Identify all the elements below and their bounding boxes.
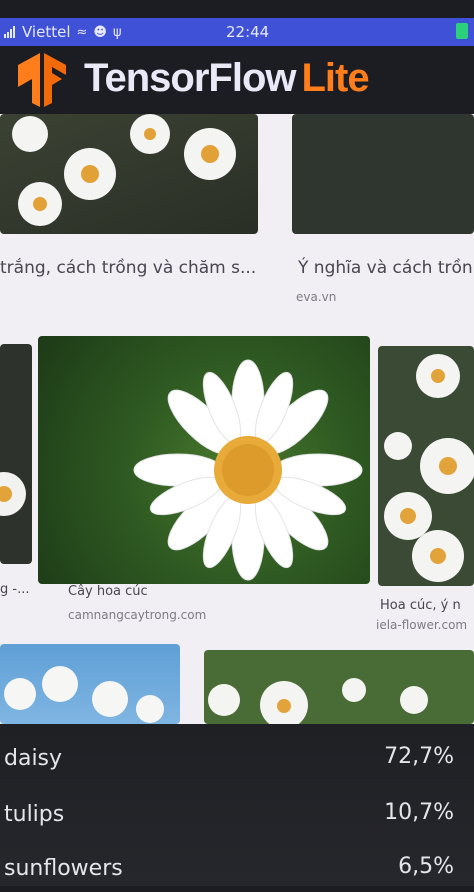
app-header: TensorFlow Lite — [0, 46, 474, 114]
status-left: Viettel ≈ ☻ ψ — [4, 23, 122, 41]
caption-top-left: trắng, cách trồng và chăm s... — [0, 258, 257, 278]
result-label: sunflowers — [4, 856, 123, 881]
image-tile-main-daisy — [38, 336, 370, 584]
result-confidence: 6,5% — [398, 854, 454, 879]
image-tile-top-left — [0, 114, 258, 234]
daisy-cluster-image — [12, 114, 236, 226]
caption-mid-center: Cây hoa cúc — [68, 584, 148, 599]
result-row: daisy 72,7% — [0, 732, 474, 782]
camera-preview: trắng, cách trồng và chăm s... Ý nghĩa v… — [0, 114, 474, 724]
source-mid-right: iela-flower.com — [376, 618, 468, 632]
result-row: sunflowers 6,5% — [0, 842, 474, 892]
image-tile-bottom-left — [0, 644, 180, 724]
caption-top-right: Ý nghĩa và cách trồn — [298, 258, 473, 278]
result-label: tulips — [4, 802, 65, 827]
result-confidence: 10,7% — [384, 800, 454, 825]
caption-mid-left: g -... — [0, 582, 30, 597]
signal-icon — [4, 26, 15, 38]
brand-suffix: Lite — [301, 56, 369, 100]
image-tile-mid-right — [378, 346, 474, 586]
result-row: tulips 10,7% — [0, 788, 474, 838]
app-title: TensorFlow Lite — [84, 56, 370, 101]
daisy-bunch-image — [384, 354, 474, 582]
carrier-name: Viettel — [22, 23, 71, 41]
cat-icon: ☻ — [93, 24, 107, 40]
source-mid-center: camnangcaytrong.com — [68, 608, 207, 622]
usb-icon: ψ — [112, 24, 122, 40]
image-tile-bottom-right — [204, 650, 474, 724]
image-tile-mid-left — [0, 344, 32, 564]
caption-mid-right: Hoa cúc, ý n — [380, 598, 461, 613]
results-panel: daisy 72,7% tulips 10,7% sunflowers 6,5% — [0, 724, 474, 886]
daisy-field-image — [208, 678, 428, 724]
source-top-right: eva.vn — [296, 290, 337, 304]
status-right — [456, 23, 468, 39]
result-confidence: 72,7% — [384, 744, 454, 769]
daisy-partial-image — [0, 472, 26, 516]
clock: 22:44 — [226, 23, 270, 41]
wifi-icon: ≈ — [76, 24, 88, 40]
battery-icon — [456, 23, 468, 39]
tensorflow-logo-icon — [18, 53, 66, 107]
brand-name: TensorFlow — [84, 56, 296, 100]
daisy-flower-image — [133, 359, 363, 581]
status-bar: Viettel ≈ ☻ ψ 22:44 — [0, 18, 474, 46]
daisy-sky-image — [4, 666, 164, 723]
image-tile-top-right — [292, 114, 474, 234]
result-label: daisy — [4, 746, 63, 771]
